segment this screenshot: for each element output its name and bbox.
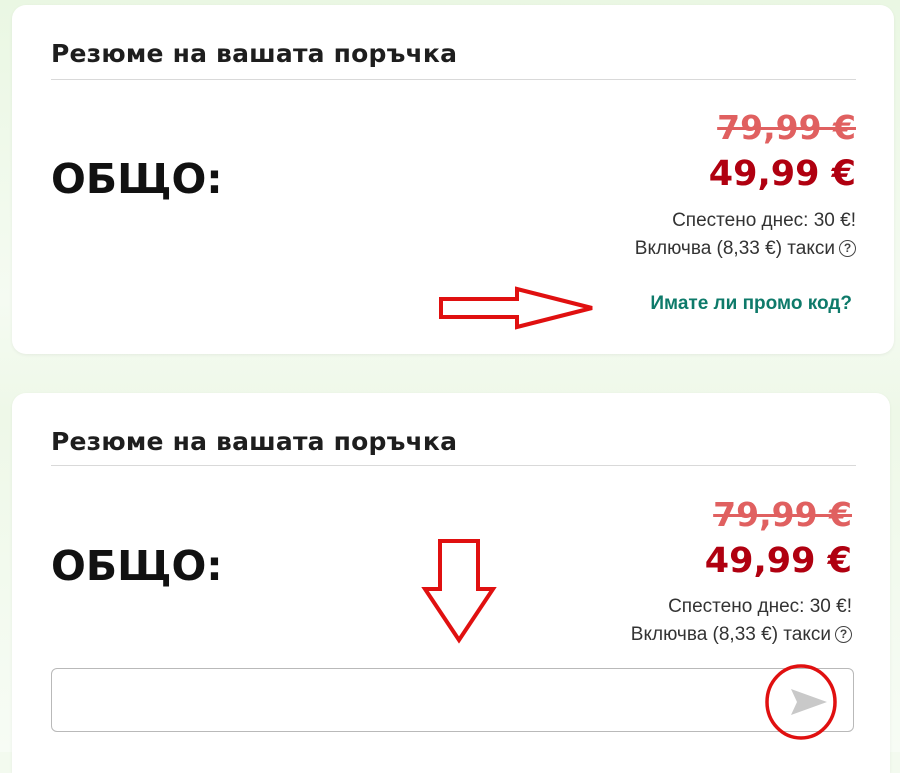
saved-today-text: Спестено днес: 30 €! (672, 210, 856, 231)
tax-text: Включва (8,33 €) такси (630, 624, 831, 645)
send-arrow-icon[interactable] (789, 686, 829, 718)
divider (51, 465, 856, 466)
saved-today-text: Спестено днес: 30 €! (668, 596, 852, 617)
old-price: 79,99 € (713, 495, 852, 534)
promo-code-input[interactable] (51, 668, 854, 732)
question-circle-icon[interactable]: ? (839, 240, 856, 257)
new-price: 49,99 € (708, 154, 856, 194)
summary-title: Резюме на вашата поръчка (51, 427, 458, 456)
tax-text: Включва (8,33 €) такси (634, 238, 835, 259)
new-price: 49,99 € (704, 541, 852, 581)
tax-info: Включва (8,33 €) такси? (635, 238, 856, 260)
summary-title: Резюме на вашата поръчка (51, 39, 458, 68)
total-label: ОБЩО: (51, 542, 223, 590)
order-summary-card: Резюме на вашата поръчка ОБЩО: 79,99 € 4… (12, 5, 894, 354)
total-label: ОБЩО: (51, 155, 223, 203)
question-circle-icon[interactable]: ? (835, 626, 852, 643)
promo-code-link[interactable]: Имате ли промо код? (650, 293, 852, 315)
tax-info: Включва (8,33 €) такси? (631, 624, 852, 646)
divider (51, 79, 856, 80)
old-price: 79,99 € (717, 108, 856, 147)
order-summary-card: Резюме на вашата поръчка ОБЩО: 79,99 € 4… (12, 393, 890, 773)
